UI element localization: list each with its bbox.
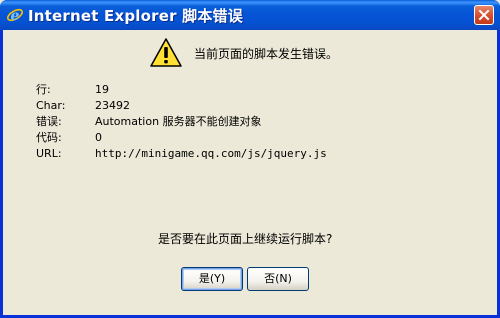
title-bar[interactable]: e Internet Explorer 脚本错误 [0, 0, 500, 30]
detail-label: 行: [36, 83, 51, 96]
detail-value: 19 [95, 83, 109, 96]
detail-value: 23492 [95, 99, 130, 112]
no-button[interactable]: 否(N) [247, 267, 309, 291]
svg-text:e: e [11, 8, 20, 24]
continue-prompt: 是否要在此页面上继续运行脚本? [158, 232, 333, 246]
detail-label: 错误: [36, 115, 62, 128]
window-title: Internet Explorer 脚本错误 [28, 7, 243, 25]
detail-label: URL: [36, 147, 62, 160]
detail-value: 0 [95, 131, 102, 144]
detail-label: 代码: [36, 131, 62, 144]
ie-icon: e [6, 6, 24, 24]
close-icon [478, 9, 490, 21]
warning-icon [149, 37, 183, 69]
yes-button[interactable]: 是(Y) [181, 267, 243, 291]
detail-value: Automation 服务器不能创建对象 [95, 115, 262, 128]
detail-value-url: http://minigame.qq.com/js/jquery.js [95, 147, 327, 160]
error-headline: 当前页面的脚本发生错误。 [194, 47, 339, 61]
detail-label: Char: [36, 99, 66, 112]
close-button[interactable] [474, 5, 494, 25]
script-error-dialog: e Internet Explorer 脚本错误 当前页面的脚本发生错误。 行:… [0, 0, 500, 318]
